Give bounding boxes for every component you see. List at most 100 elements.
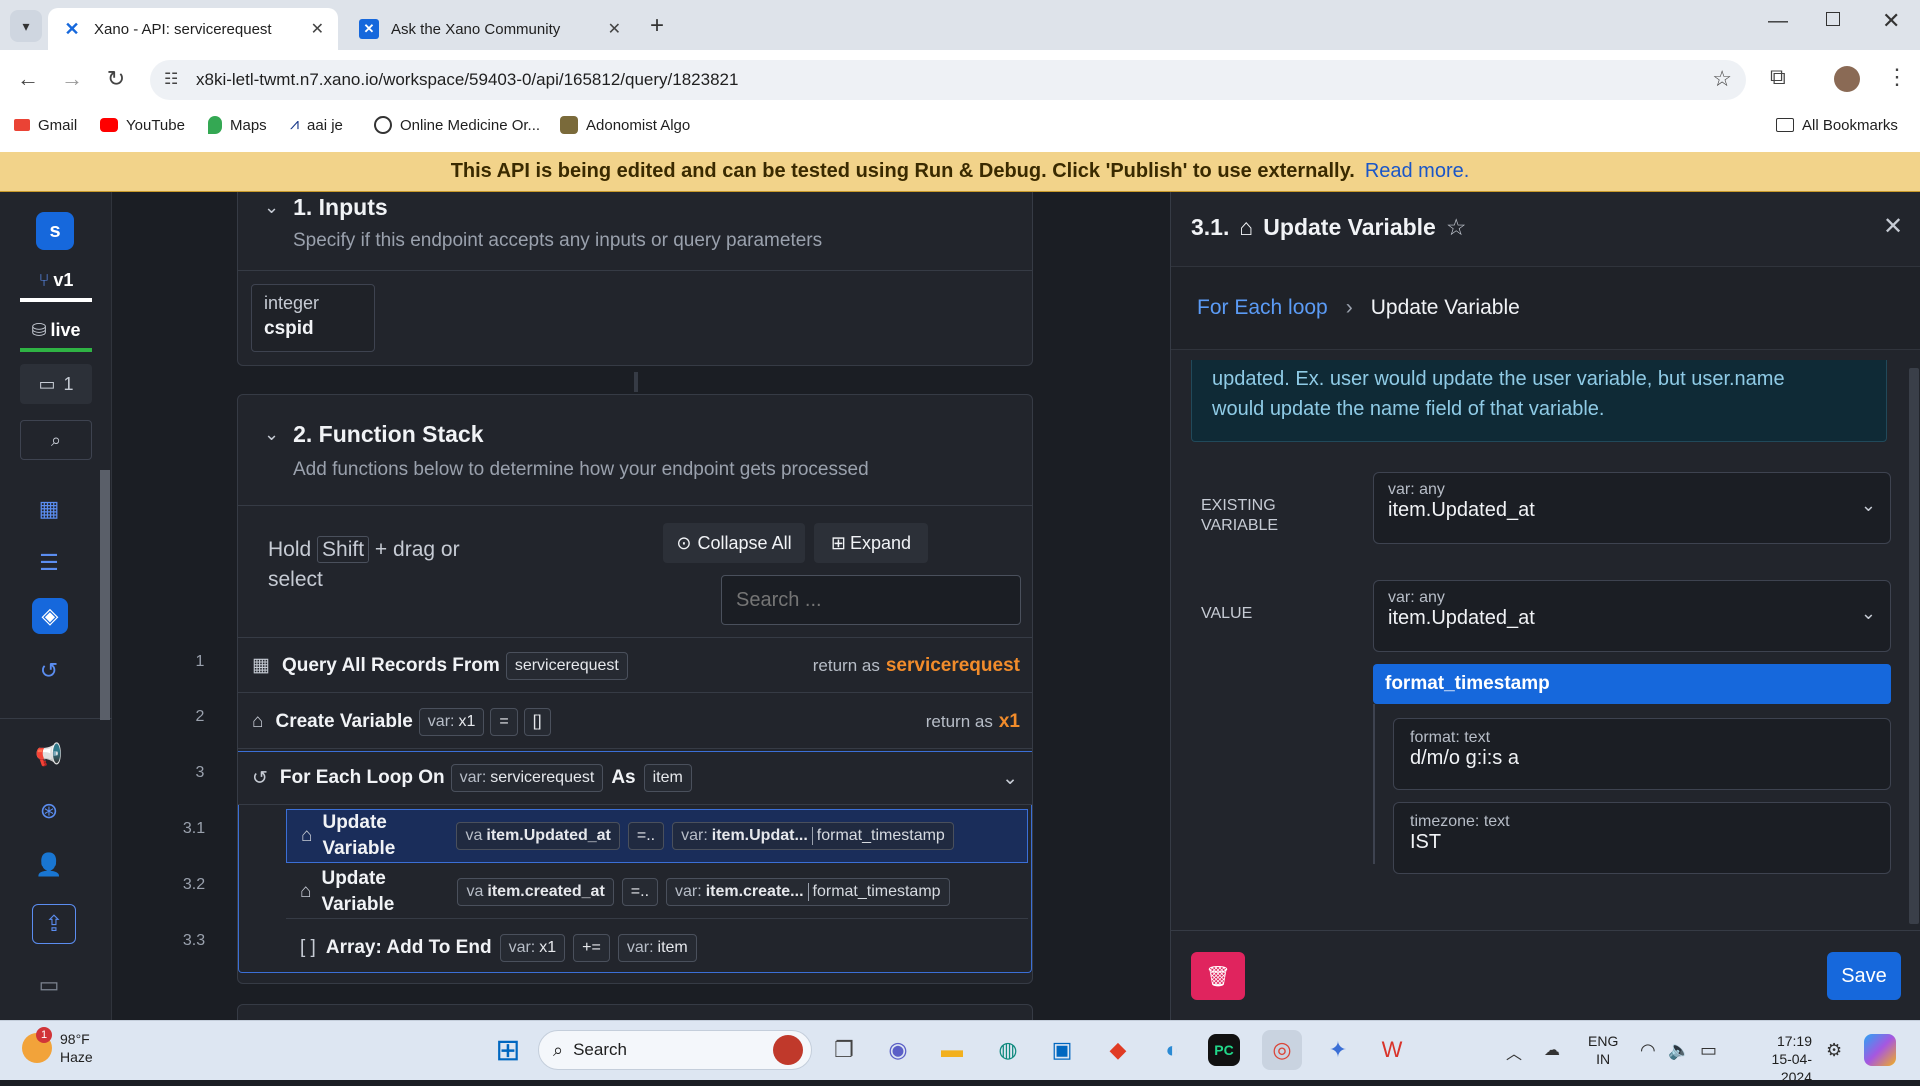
existing-variable-select[interactable]: var: any item.Updated_at ⌄	[1373, 472, 1891, 544]
value-chip[interactable]: []	[523, 707, 551, 736]
expand-button[interactable]: ⊞ Expand	[814, 523, 928, 563]
bookmark-adonomist[interactable]: Adonomist Algo	[560, 108, 690, 142]
variable-chip[interactable]: var: servicerequest	[450, 764, 604, 792]
tab-xano-community[interactable]: ✕ Ask the Xano Community ✕	[345, 8, 635, 50]
format-field[interactable]: format: text d/m/o g:i:s a	[1393, 718, 1891, 790]
copilot-icon[interactable]	[1864, 1034, 1896, 1066]
extensions-icon[interactable]: ⧉	[1770, 64, 1786, 90]
address-bar[interactable]: ☷ x8ki-letl-twmt.n7.xano.io/workspace/59…	[150, 60, 1746, 100]
pycharm-icon[interactable]: PC	[1208, 1034, 1240, 1066]
all-bookmarks[interactable]: All Bookmarks	[1776, 108, 1898, 142]
tab-search-button[interactable]: ▾	[10, 10, 42, 42]
stack-row-query[interactable]: ▦ Query All Records From servicerequest …	[238, 639, 1032, 693]
file-explorer-icon[interactable]: ▬	[932, 1030, 972, 1070]
stack-header[interactable]: ⌄ 2. Function Stack	[264, 421, 484, 448]
database-tables-icon[interactable]: ☰	[36, 550, 62, 576]
timezone-field[interactable]: timezone: text IST	[1393, 802, 1891, 874]
star-icon[interactable]: ☆	[1446, 214, 1467, 241]
history-icon[interactable]: ↺	[36, 658, 62, 684]
help-icon[interactable]: ⊛	[36, 798, 62, 824]
close-panel-icon[interactable]: ✕	[1883, 212, 1903, 241]
task-view-icon[interactable]: ❐	[824, 1030, 864, 1070]
comments-button[interactable]: ▭ 1	[20, 364, 92, 404]
bookmark-star-icon[interactable]: ☆	[1712, 66, 1732, 92]
forward-icon[interactable]: →	[56, 63, 88, 95]
api-layers-icon[interactable]: ◈	[32, 598, 68, 634]
stack-row-array-add[interactable]: [ ] Array: Add To End var: x1 += var: item	[286, 921, 1028, 975]
value-chip[interactable]: var: item.Updat... format_timestamp	[672, 822, 954, 850]
table-chip[interactable]: servicerequest	[505, 651, 628, 680]
bookmark-gmail[interactable]: Gmail	[14, 108, 77, 142]
start-icon[interactable]: ⊞	[488, 1030, 528, 1070]
battery-icon[interactable]: ▭	[1700, 1040, 1717, 1061]
chevron-down-icon[interactable]: ⌄	[1002, 767, 1018, 790]
stack-row-update-variable-2[interactable]: ⌂ Update Variable va item.created_at =.. v…	[286, 865, 1028, 919]
chrome-icon[interactable]: ◎	[1262, 1030, 1302, 1070]
value-chip[interactable]: var: item.create... format_timestamp	[666, 877, 950, 906]
close-window-icon[interactable]: ✕	[1882, 8, 1900, 34]
read-more-link[interactable]: Read more.	[1365, 160, 1470, 183]
app-blue-icon[interactable]: ◐	[1152, 1030, 1192, 1070]
store-icon[interactable]: ▣	[1042, 1030, 1082, 1070]
site-info-icon[interactable]: ☷	[164, 69, 178, 89]
reload-icon[interactable]: ↻	[100, 63, 132, 95]
bookmark-maps[interactable]: Maps	[208, 108, 267, 142]
operator-chip[interactable]: =	[490, 707, 518, 736]
stack-row-create-variable[interactable]: ⌂ Create Variable var: x1 = [] return as …	[238, 695, 1032, 749]
input-field-card[interactable]: integer cspid	[251, 284, 375, 352]
close-tab-icon[interactable]: ✕	[311, 19, 324, 39]
value-select[interactable]: var: any item.Updated_at ⌄	[1373, 580, 1891, 652]
operator-chip[interactable]: =..	[621, 877, 659, 906]
breadcrumb-parent-link[interactable]: For Each loop	[1197, 296, 1328, 320]
announcements-icon[interactable]: 📢	[35, 742, 62, 768]
bookmark-online-medicine[interactable]: Online Medicine Or...	[374, 108, 540, 142]
tab-xano-api[interactable]: ✕ Xano - API: servicerequest ✕	[48, 8, 338, 50]
onedrive-icon[interactable]: ☁	[1544, 1040, 1560, 1060]
inputs-header[interactable]: ⌄ 1. Inputs	[264, 194, 388, 221]
new-tab-icon[interactable]: +	[650, 12, 664, 40]
volume-icon[interactable]: 🔈	[1668, 1040, 1690, 1061]
variable-chip[interactable]: var: x1	[418, 707, 485, 736]
variable-chip[interactable]: var: x1	[499, 934, 566, 962]
wifi-icon[interactable]: ◠	[1640, 1040, 1656, 1061]
bookmark-aai-je[interactable]: ⩘ aai je	[290, 108, 343, 142]
language-indicator[interactable]: ENG IN	[1588, 1032, 1618, 1068]
teams-icon[interactable]: ◉	[878, 1030, 918, 1070]
panel-scrollbar[interactable]	[1909, 368, 1919, 924]
clock[interactable]: 17:19 15-04-2024	[1742, 1032, 1812, 1086]
workspace-avatar[interactable]: s	[36, 212, 74, 250]
stack-row-update-variable-1[interactable]: ⌂ Update Variable va item.Updated_at =.. v…	[286, 809, 1028, 863]
user-icon[interactable]: 👤	[35, 852, 62, 878]
collapse-all-button[interactable]: ⊙ Collapse All	[663, 523, 805, 563]
upgrade-icon[interactable]: ⇪	[32, 904, 76, 944]
menu-icon[interactable]: ⋮	[1886, 64, 1908, 90]
stack-search-input[interactable]	[721, 575, 1021, 625]
value-chip[interactable]: var: item	[617, 934, 697, 962]
variable-chip[interactable]: va item.Updated_at	[456, 822, 620, 850]
taskbar-search[interactable]: ⌕ Search	[538, 1030, 812, 1070]
notification-icon[interactable]: ⚙	[1826, 1040, 1842, 1061]
app-compass-icon[interactable]: ✦	[1318, 1030, 1358, 1070]
rail-scrollbar[interactable]	[100, 470, 110, 720]
variable-chip[interactable]: va item.created_at	[457, 877, 614, 906]
delete-button[interactable]: 🗑	[1191, 952, 1245, 1000]
profile-avatar[interactable]	[1834, 66, 1860, 92]
wps-icon[interactable]: W	[1372, 1030, 1412, 1070]
back-icon[interactable]: ←	[12, 63, 44, 95]
app-red-icon[interactable]: ◆	[1098, 1030, 1138, 1070]
close-tab-icon[interactable]: ✕	[608, 19, 621, 39]
save-button[interactable]: Save	[1827, 952, 1901, 1000]
weather-widget[interactable]: 1 98°F Haze	[22, 1027, 93, 1066]
rail-search-button[interactable]: ⌕	[20, 420, 92, 460]
minimize-icon[interactable]: —	[1768, 10, 1788, 33]
datasource-selector[interactable]: ⛁ live	[20, 312, 92, 352]
tray-chevron-icon[interactable]: ︿	[1506, 1040, 1522, 1064]
edge-icon[interactable]: ◍	[988, 1030, 1028, 1070]
restore-icon[interactable]	[1826, 12, 1840, 26]
branch-selector[interactable]: ⑂ v1	[20, 262, 92, 302]
stack-row-for-each[interactable]: ↺ For Each Loop On var: servicerequest As…	[238, 751, 1032, 805]
operator-chip[interactable]: =..	[627, 822, 665, 850]
collapse-sidebar-icon[interactable]: ▭	[36, 972, 62, 998]
bookmark-youtube[interactable]: YouTube	[100, 108, 185, 142]
item-chip[interactable]: item	[643, 764, 692, 792]
